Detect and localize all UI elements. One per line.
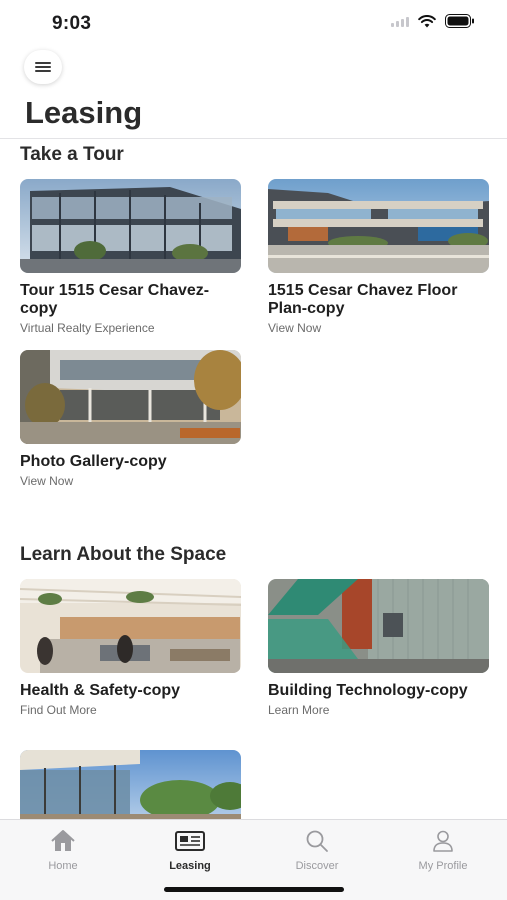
status-icons — [391, 14, 475, 28]
card-image — [268, 179, 489, 273]
hamburger-menu-icon — [35, 62, 51, 72]
card-health-safety[interactable]: Health & Safety-copy Find Out More — [20, 579, 241, 717]
search-icon — [306, 830, 328, 852]
card-image — [268, 579, 489, 673]
status-time: 9:03 — [52, 13, 92, 34]
card-floor-plan[interactable]: 1515 Cesar Chavez Floor Plan-copy View N… — [268, 179, 489, 335]
section-title-learn-about-the-space: Learn About the Space — [20, 544, 227, 565]
newspaper-icon — [175, 831, 205, 851]
card-image — [20, 579, 241, 673]
battery-icon — [445, 14, 474, 28]
tab-label: Home — [48, 860, 78, 872]
wifi-icon — [418, 14, 436, 27]
card-title: Health & Safety-copy — [20, 682, 181, 699]
tab-discover[interactable]: Discover — [267, 828, 367, 872]
card-tour[interactable]: Tour 1515 Cesar Chavez-copy Virtual Real… — [20, 179, 241, 335]
tab-home[interactable]: Home — [13, 828, 113, 872]
tab-my-profile[interactable]: My Profile — [393, 828, 493, 872]
card-image — [20, 350, 241, 444]
card-title: Tour 1515 Cesar Chavez-copy — [20, 282, 210, 317]
home-icon — [51, 830, 75, 851]
section-title-take-a-tour: Take a Tour — [20, 144, 124, 165]
tab-leasing[interactable]: Leasing — [140, 828, 240, 872]
card-title: Building Technology-copy — [268, 682, 468, 699]
card-building-technology[interactable]: Building Technology-copy Learn More — [268, 579, 489, 717]
card-title: Photo Gallery-copy — [20, 453, 167, 470]
card-partial[interactable] — [20, 750, 241, 819]
tab-label: Leasing — [169, 860, 211, 872]
card-subtitle: View Now — [268, 321, 322, 335]
card-subtitle: Virtual Realty Experience — [20, 321, 155, 335]
card-subtitle: Learn More — [268, 703, 330, 717]
card-subtitle: View Now — [20, 474, 74, 488]
tab-label: My Profile — [418, 860, 468, 872]
home-indicator — [164, 887, 344, 892]
status-bar: 9:03 — [0, 0, 507, 46]
page-title: Leasing — [25, 95, 143, 130]
card-image — [20, 750, 241, 819]
cellular-signal-icon — [391, 15, 409, 27]
menu-button[interactable] — [24, 50, 62, 84]
scroll-content[interactable]: Take a Tour Tour 1515 Cesar Chavez-copy … — [0, 139, 507, 819]
card-image — [20, 179, 241, 273]
card-photo-gallery[interactable]: Photo Gallery-copy View Now — [20, 350, 241, 488]
card-title: 1515 Cesar Chavez Floor Plan-copy — [268, 282, 458, 317]
card-subtitle: Find Out More — [20, 703, 97, 717]
tab-label: Discover — [295, 860, 339, 872]
person-icon — [433, 830, 453, 852]
